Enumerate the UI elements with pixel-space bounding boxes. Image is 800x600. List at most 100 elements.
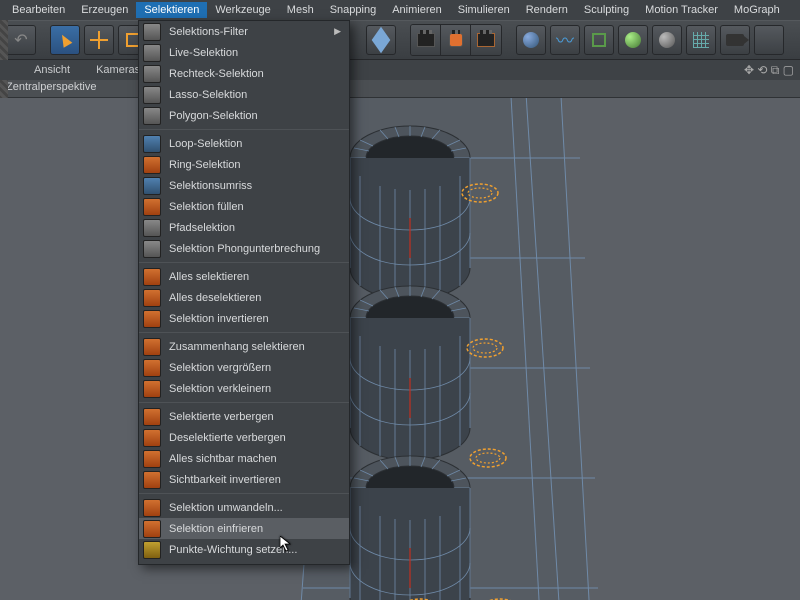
add-floor-button[interactable] (686, 25, 716, 55)
view-tab-ansicht[interactable]: Ansicht (28, 63, 76, 77)
add-environment-button[interactable] (652, 25, 682, 55)
menu-item-live-selektion[interactable]: Live-Selektion (139, 42, 349, 63)
menu-item-icon (143, 520, 161, 538)
menu-item-selektionsumriss[interactable]: Selektionsumriss (139, 175, 349, 196)
menu-item-label: Selektion vergrößern (169, 362, 271, 374)
add-camera-button[interactable] (720, 25, 750, 55)
add-light-button[interactable] (754, 25, 784, 55)
menu-animieren[interactable]: Animieren (384, 2, 450, 18)
spline-icon: 〰 (556, 27, 574, 53)
menu-item-icon (143, 219, 161, 237)
menu-item-label: Loop-Selektion (169, 138, 242, 150)
menu-item-icon (143, 135, 161, 153)
menu-item-label: Deselektierte verbergen (169, 432, 286, 444)
menu-item-alles-sichtbar-machen[interactable]: Alles sichtbar machen (139, 448, 349, 469)
menu-item-punkte-wichtung-setzen-[interactable]: Punkte-Wichtung setzen... (139, 539, 349, 560)
primitive-cube-button[interactable] (366, 25, 396, 55)
main-toolbar: ↶ 〰 (0, 20, 800, 60)
clapper-icon (417, 33, 435, 47)
move-tool-button[interactable] (84, 25, 114, 55)
menu-item-icon (143, 23, 161, 41)
cursor-icon (58, 32, 73, 47)
render-settings-button[interactable] (471, 25, 501, 55)
environment-icon (659, 32, 675, 48)
menu-item-selektion-f-llen[interactable]: Selektion füllen (139, 196, 349, 217)
menu-selektieren[interactable]: Selektieren (136, 2, 207, 18)
menu-item-lasso-selektion[interactable]: Lasso-Selektion (139, 84, 349, 105)
clapper-orange-icon (449, 33, 463, 47)
add-primitive-button[interactable] (516, 25, 546, 55)
main-menubar: Bearbeiten Erzeugen Selektieren Werkzeug… (0, 0, 800, 20)
menu-item-label: Selektion füllen (169, 201, 244, 213)
menu-rendern[interactable]: Rendern (518, 2, 576, 18)
menu-item-icon (143, 86, 161, 104)
undo-button[interactable]: ↶ (6, 25, 36, 55)
menu-item-label: Selektions-Filter (169, 26, 248, 38)
generator-icon (592, 33, 606, 47)
chevron-right-icon: ▶ (334, 26, 341, 37)
add-generator-button[interactable] (584, 25, 614, 55)
menu-item-icon (143, 499, 161, 517)
viewport-3d[interactable] (0, 98, 800, 600)
menu-werkzeuge[interactable]: Werkzeuge (207, 2, 278, 18)
add-deformer-button[interactable] (618, 25, 648, 55)
menu-item-polygon-selektion[interactable]: Polygon-Selektion (139, 105, 349, 126)
menu-erzeugen[interactable]: Erzeugen (73, 2, 136, 18)
menu-item-label: Alles selektieren (169, 271, 249, 283)
menu-item-loop-selektion[interactable]: Loop-Selektion (139, 133, 349, 154)
render-view-button[interactable] (411, 25, 441, 55)
menu-item-label: Rechteck-Selektion (169, 68, 264, 80)
menu-item-icon (143, 268, 161, 286)
menu-mesh[interactable]: Mesh (279, 2, 322, 18)
viewport-menubar: Ansicht Kameras ✥ ⟲ ⧉ ▢ (0, 60, 800, 80)
select-tool-button[interactable] (50, 25, 80, 55)
menu-item-rechteck-selektion[interactable]: Rechteck-Selektion (139, 63, 349, 84)
render-picture-button[interactable] (441, 25, 471, 55)
menu-item-selektierte-verbergen[interactable]: Selektierte verbergen (139, 406, 349, 427)
add-spline-button[interactable]: 〰 (550, 25, 580, 55)
menu-item-icon (143, 177, 161, 195)
menu-item-ring-selektion[interactable]: Ring-Selektion (139, 154, 349, 175)
menu-item-label: Sichtbarkeit invertieren (169, 474, 281, 486)
menu-item-label: Punkte-Wichtung setzen... (169, 544, 297, 556)
menu-item-label: Alles sichtbar machen (169, 453, 277, 465)
menu-item-selektion-vergr-ern[interactable]: Selektion vergrößern (139, 357, 349, 378)
menu-item-label: Selektion Phongunterbrechung (169, 243, 320, 255)
selektieren-dropdown: Selektions-Filter ▶ Live-Selektion Rechteck… (138, 20, 350, 565)
menu-simulieren[interactable]: Simulieren (450, 2, 518, 18)
menu-item-selektion-einfrieren[interactable]: Selektion einfrieren (139, 518, 349, 539)
menu-item-label: Selektierte verbergen (169, 411, 274, 423)
menu-item-label: Selektion einfrieren (169, 523, 263, 535)
menu-item-icon (143, 240, 161, 258)
menu-item-sichtbarkeit-invertieren[interactable]: Sichtbarkeit invertieren (139, 469, 349, 490)
menu-item-deselektierte-verbergen[interactable]: Deselektierte verbergen (139, 427, 349, 448)
move-icon (90, 31, 108, 49)
bulb-icon (763, 32, 775, 48)
menu-item-label: Selektion umwandeln... (169, 502, 283, 514)
menu-item-pfadselektion[interactable]: Pfadselektion (139, 217, 349, 238)
menu-item-alles-deselektieren[interactable]: Alles deselektieren (139, 287, 349, 308)
menu-item-selektion-verkleinern[interactable]: Selektion verkleinern (139, 378, 349, 399)
menu-item-label: Live-Selektion (169, 47, 238, 59)
menu-item-zusammenhang-selektieren[interactable]: Zusammenhang selektieren (139, 336, 349, 357)
menu-item-icon (143, 471, 161, 489)
menu-item-icon (143, 107, 161, 125)
floor-icon (693, 32, 709, 48)
menu-snapping[interactable]: Snapping (322, 2, 385, 18)
cube-icon (372, 27, 391, 54)
menu-item-selektion-umwandeln-[interactable]: Selektion umwandeln... (139, 497, 349, 518)
menu-item-selektions-filter[interactable]: Selektions-Filter ▶ (139, 21, 349, 42)
menu-bearbeiten[interactable]: Bearbeiten (4, 2, 73, 18)
viewport-nav-icons[interactable]: ✥ ⟲ ⧉ ▢ (744, 63, 794, 78)
menu-sculpting[interactable]: Sculpting (576, 2, 637, 18)
menu-item-selektion-phongunterbrechung[interactable]: Selektion Phongunterbrechung (139, 238, 349, 259)
menu-item-label: Polygon-Selektion (169, 110, 258, 122)
menu-motiontracker[interactable]: Motion Tracker (637, 2, 726, 18)
menu-item-alles-selektieren[interactable]: Alles selektieren (139, 266, 349, 287)
menu-item-label: Lasso-Selektion (169, 89, 247, 101)
menu-mograph[interactable]: MoGraph (726, 2, 788, 18)
menu-item-label: Pfadselektion (169, 222, 235, 234)
menu-item-label: Selektion invertieren (169, 313, 269, 325)
menu-item-label: Selektionsumriss (169, 180, 252, 192)
menu-item-selektion-invertieren[interactable]: Selektion invertieren (139, 308, 349, 329)
